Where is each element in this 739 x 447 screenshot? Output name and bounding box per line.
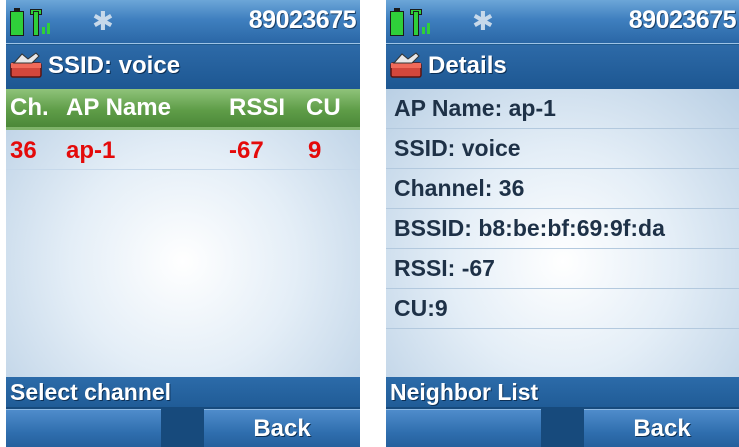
- phone-screen-details: ✱ 89023675 Details AP Name: ap-1 SSID: v…: [386, 0, 739, 447]
- bluetooth-icon: ✱: [472, 6, 494, 36]
- detail-text: CU:9: [394, 295, 448, 321]
- select-channel-label: Select channel: [10, 379, 172, 405]
- back-button[interactable]: Back: [204, 409, 360, 447]
- signal-icon: [410, 9, 436, 36]
- column-header-channel: Ch.: [10, 94, 49, 121]
- status-bar: ✱ 89023675: [6, 0, 360, 44]
- battery-icon: [390, 8, 404, 36]
- table-row[interactable]: 36 ap-1 -67 9: [6, 131, 360, 170]
- title-bar: Details: [386, 45, 739, 89]
- back-button-label: Back: [253, 415, 311, 442]
- cell-rssi: -67: [229, 137, 264, 164]
- left-softkey[interactable]: [386, 409, 541, 447]
- toolbox-icon: [10, 52, 42, 78]
- softkey-bar: Back: [386, 407, 739, 447]
- detail-text: BSSID: b8:be:bf:69:9f:da: [394, 215, 665, 241]
- detail-ap-name: AP Name: ap-1: [386, 89, 739, 129]
- signal-icon: [30, 9, 56, 36]
- cell-channel: 36: [10, 137, 37, 164]
- back-button[interactable]: Back: [584, 409, 739, 447]
- column-header-cu: CU: [306, 94, 341, 121]
- left-softkey[interactable]: [6, 409, 161, 447]
- detail-text: Channel: 36: [394, 175, 525, 201]
- bottom-hint-label: Select channel: [6, 377, 360, 407]
- detail-text: SSID: voice: [394, 135, 521, 161]
- cell-cu: 9: [308, 137, 322, 164]
- phone-screen-ssid: ✱ 89023675 SSID: voice Ch. AP Name RSSI …: [6, 0, 360, 447]
- neighbor-list-label: Neighbor List: [390, 379, 539, 405]
- status-number: 89023675: [248, 6, 357, 34]
- status-number: 89023675: [628, 6, 737, 34]
- softkey-bar: Back: [6, 407, 360, 447]
- title-bar: SSID: voice: [6, 45, 360, 89]
- detail-cu: CU:9: [386, 289, 739, 329]
- table-header: Ch. AP Name RSSI CU: [6, 89, 360, 130]
- cell-ap-name: ap-1: [66, 137, 116, 164]
- bluetooth-icon: ✱: [92, 6, 114, 36]
- column-header-ap-name: AP Name: [66, 94, 171, 121]
- ap-list-content: Ch. AP Name RSSI CU 36 ap-1 -67 9: [6, 89, 360, 377]
- bottom-hint-label: Neighbor List: [386, 377, 739, 407]
- detail-text: RSSI: -67: [394, 255, 495, 281]
- column-header-rssi: RSSI: [229, 94, 286, 121]
- status-bar: ✱ 89023675: [386, 0, 739, 44]
- detail-channel: Channel: 36: [386, 169, 739, 209]
- toolbox-icon: [390, 52, 422, 78]
- detail-ssid: SSID: voice: [386, 129, 739, 169]
- page-title: Details: [428, 52, 507, 79]
- detail-text: AP Name: ap-1: [394, 95, 556, 121]
- battery-icon: [10, 8, 24, 36]
- back-button-label: Back: [633, 415, 691, 442]
- page-title: SSID: voice: [48, 52, 181, 79]
- detail-bssid: BSSID: b8:be:bf:69:9f:da: [386, 209, 739, 249]
- details-content: AP Name: ap-1 SSID: voice Channel: 36 BS…: [386, 89, 739, 377]
- detail-rssi: RSSI: -67: [386, 249, 739, 289]
